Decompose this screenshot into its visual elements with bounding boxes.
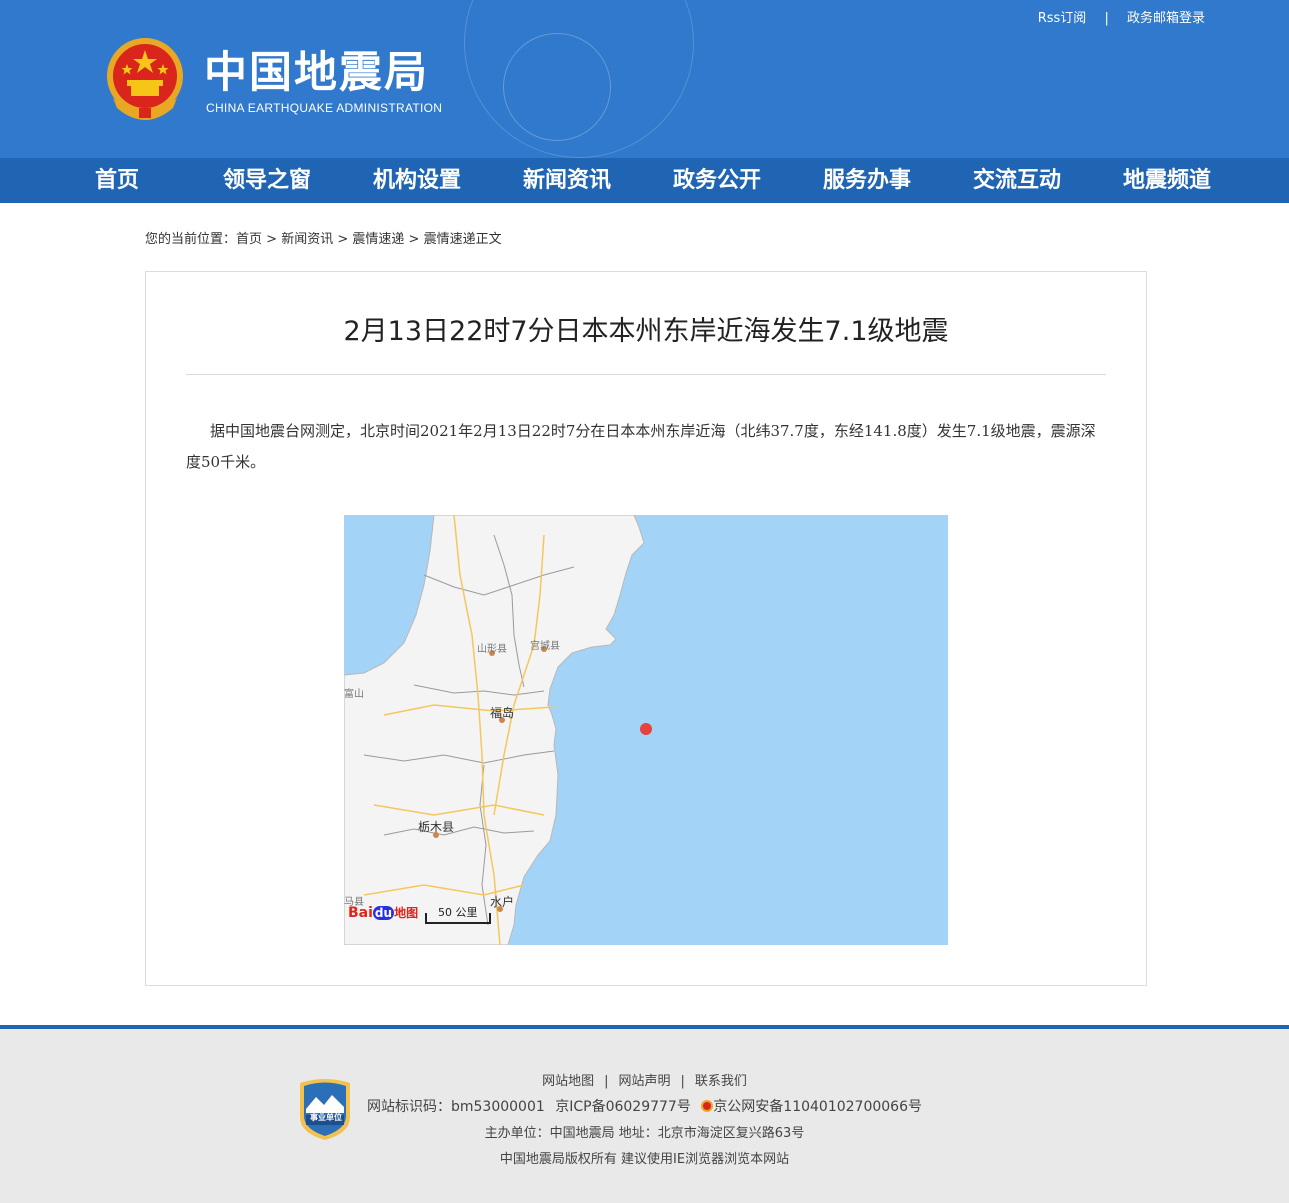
footer-ids: 网站标识码：bm53000001 京ICP备06029777号 京公网安备110… — [0, 1096, 1289, 1116]
separator: | — [680, 1074, 685, 1089]
contact-link[interactable]: 联系我们 — [695, 1074, 747, 1089]
email-login-link[interactable]: 政务邮箱登录 — [1127, 11, 1205, 26]
nav-item-interaction[interactable]: 交流互动 — [973, 158, 1061, 203]
footer-copyright: 中国地震局版权所有 建议使用IE浏览器浏览本网站 — [499, 1152, 790, 1167]
article-title: 2月13日22时7分日本本州东岸近海发生7.1级地震 — [343, 316, 949, 347]
breadcrumb-prefix: 您的当前位置： — [145, 232, 237, 247]
baidu-logo-bai: Bai — [348, 905, 373, 921]
epicenter-marker[interactable] — [640, 723, 652, 735]
icp-link[interactable]: 京ICP备06029777号 — [555, 1099, 691, 1115]
breadcrumb-separator: > — [404, 232, 424, 247]
rss-link[interactable]: Rss订阅 — [1038, 11, 1087, 26]
site-id: 网站标识码：bm53000001 — [366, 1099, 545, 1115]
breadcrumb-separator: > — [333, 232, 353, 247]
police-emblem-icon — [701, 1100, 714, 1112]
police-record-link[interactable]: 京公网安备11040102700066号 — [713, 1099, 922, 1115]
separator: | — [604, 1074, 609, 1089]
breadcrumb: 您的当前位置：首页 > 新闻资讯 > 震情速递 > 震情速递正文 — [145, 228, 502, 247]
nav-item-organization[interactable]: 机构设置 — [373, 158, 461, 203]
national-emblem-icon — [107, 38, 183, 120]
nav-item-government-affairs[interactable]: 政务公开 — [673, 158, 761, 203]
map-label: 山形县 — [477, 644, 507, 655]
footer-host: 主办单位：中国地震局 地址：北京市海淀区复兴路63号 — [484, 1126, 805, 1141]
breadcrumb-separator: > — [262, 232, 282, 247]
separator: | — [1104, 11, 1109, 26]
nav-item-home[interactable]: 首页 — [95, 158, 139, 203]
map-label: 富山 — [344, 689, 364, 700]
decor-ring — [503, 33, 611, 141]
map-graphic — [344, 515, 948, 945]
breadcrumb-current: 震情速递正文 — [423, 232, 502, 247]
nav-item-leaders[interactable]: 领导之窗 — [223, 158, 311, 203]
earthquake-map[interactable]: 山形县 宫城县 福岛 栃木县 水户 马县 富山 50 公里 Bai du 地图 — [344, 515, 948, 945]
article-box: 2月13日22时7分日本本州东岸近海发生7.1级地震 据中国地震台网测定，北京时… — [145, 271, 1147, 986]
baidu-logo-du: du — [372, 906, 395, 920]
site-title[interactable]: 中国地震局 — [204, 48, 429, 98]
map-label: 栃木县 — [418, 820, 455, 834]
top-links: Rss订阅 | 政务邮箱登录 — [1038, 7, 1205, 26]
breadcrumb-quake-news[interactable]: 震情速递 — [352, 232, 404, 247]
site-statement-link[interactable]: 网站声明 — [618, 1074, 670, 1089]
title-divider — [186, 374, 1106, 375]
nav-item-earthquake-channel[interactable]: 地震频道 — [1123, 158, 1211, 203]
map-label: 宫城县 — [530, 641, 560, 652]
site-header: 中国地震局 CHINA EARTHQUAKE ADMINISTRATION Rs… — [0, 0, 1289, 158]
map-label: 水户 — [490, 895, 515, 909]
article-body: 据中国地震台网测定，北京时间2021年2月13日22时7分在日本本州东岸近海（北… — [186, 422, 1096, 471]
breadcrumb-home[interactable]: 首页 — [236, 232, 262, 247]
map-label: 福岛 — [490, 706, 515, 720]
nav-item-news[interactable]: 新闻资讯 — [523, 158, 611, 203]
breadcrumb-news[interactable]: 新闻资讯 — [281, 232, 333, 247]
sitemap-link[interactable]: 网站地图 — [542, 1074, 594, 1089]
site-subtitle: CHINA EARTHQUAKE ADMINISTRATION — [206, 101, 443, 115]
baidu-map-logo[interactable]: Bai du 地图 — [348, 904, 418, 921]
map-scale-label: 50 公里 — [438, 906, 478, 919]
footer-links: 网站地图 | 网站声明 | 联系我们 — [0, 1070, 1289, 1089]
site-footer: 事业单位 网站地图 | 网站声明 | 联系我们 网站标识码：bm53000001 京IC… — [0, 1029, 1289, 1203]
nav-item-services[interactable]: 服务办事 — [823, 158, 911, 203]
main-nav: 首页 领导之窗 机构设置 新闻资讯 政务公开 服务办事 交流互动 地震频道 — [0, 158, 1289, 203]
baidu-logo-map: 地图 — [394, 906, 419, 920]
